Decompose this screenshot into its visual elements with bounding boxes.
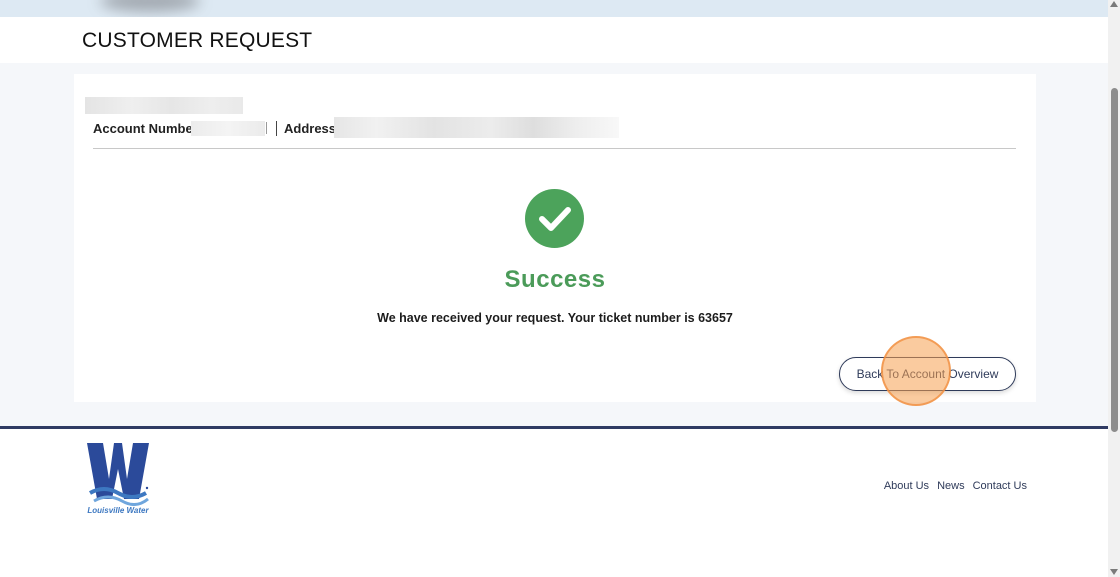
footer-link-news[interactable]: News [937, 480, 965, 492]
address-label: Address [284, 121, 337, 136]
banner-image-fragment [100, 0, 200, 12]
scrollbar-thumb[interactable] [1111, 88, 1118, 432]
address-value-redacted [334, 117, 619, 138]
account-holder-name-redacted [85, 97, 243, 114]
account-number-value-redacted [191, 121, 265, 136]
footer [0, 429, 1108, 577]
logo-text: Louisville Water [87, 506, 149, 515]
back-to-account-overview-button[interactable]: Back To Account Overview [839, 357, 1016, 391]
scroll-up-arrow-icon[interactable] [1110, 1, 1118, 7]
page-title: CUSTOMER REQUEST [82, 29, 313, 52]
account-number-label: Account Number [93, 121, 198, 136]
account-number-cursor [266, 122, 267, 134]
footer-link-about-us[interactable]: About Us [884, 480, 929, 492]
footer-nav: About Us News Contact Us [884, 480, 1027, 492]
ticket-message: We have received your request. Your tick… [377, 311, 733, 325]
success-check-icon [525, 189, 584, 248]
check-icon [538, 206, 571, 231]
field-divider [276, 121, 277, 136]
top-banner [0, 0, 1108, 17]
scroll-down-arrow-icon[interactable] [1110, 569, 1118, 575]
success-heading: Success [504, 266, 606, 293]
section-divider [93, 148, 1016, 149]
footer-link-contact-us[interactable]: Contact Us [973, 480, 1027, 492]
